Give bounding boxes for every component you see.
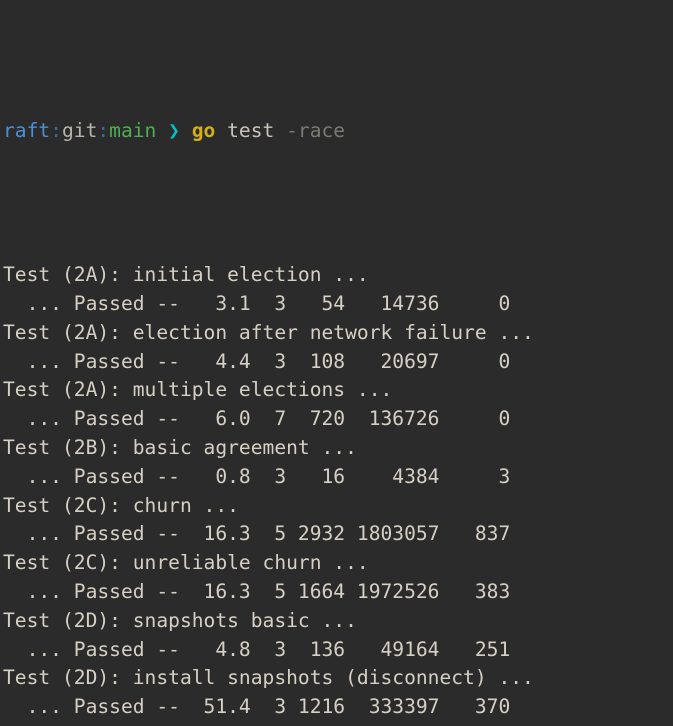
test-header-line: Test (2C): churn ... <box>3 492 673 521</box>
prompt-separator-1: : <box>50 119 62 143</box>
test-result-line: ... Passed -- 51.4 3 1216 333397 370 <box>3 693 673 722</box>
test-result-line: ... Passed -- 0.8 3 16 4384 3 <box>3 463 673 492</box>
prompt-repo: raft <box>3 119 51 143</box>
test-result-line: ... Passed -- 16.3 5 1664 1972526 383 <box>3 578 673 607</box>
prompt-branch: main <box>109 119 157 143</box>
test-header-line: Test (2B): basic agreement ... <box>3 434 673 463</box>
command-argument: test <box>227 119 275 143</box>
test-header-line: Test (2A): initial election ... <box>3 261 673 290</box>
prompt-space-4 <box>274 119 286 142</box>
test-result-line: ... Passed -- 6.0 7 720 136726 0 <box>3 405 673 434</box>
test-header-text: Test (2B): basic agreement ... <box>3 435 357 459</box>
command-name: go <box>191 119 216 143</box>
test-header-line: Test (2D): install snapshots (disconnect… <box>3 664 673 693</box>
test-result-text: ... Passed -- 3.1 3 54 14736 0 <box>3 291 511 315</box>
test-result-text: ... Passed -- 51.4 3 1216 333397 370 <box>3 695 511 719</box>
test-header-line: Test (2A): multiple elections ... <box>3 376 673 405</box>
test-header-text: Test (2C): unreliable churn ... <box>3 551 369 575</box>
command-flag: -race <box>286 119 346 143</box>
test-result-text: ... Passed -- 16.3 5 2932 1803057 837 <box>3 522 511 546</box>
test-header-text: Test (2A): multiple elections ... <box>3 378 393 402</box>
prompt-separator-2: : <box>97 119 110 143</box>
test-output-block: Test (2A): initial election ... ... Pass… <box>3 261 673 726</box>
test-result-line: ... Passed -- 16.3 5 2932 1803057 837 <box>3 520 673 549</box>
prompt-git-label: git <box>61 119 98 143</box>
chevron-right-icon: ❯ <box>168 119 180 143</box>
test-header-text: Test (2C): churn ... <box>3 493 239 517</box>
test-result-text: ... Passed -- 6.0 7 720 136726 0 <box>3 407 511 431</box>
test-result-text: ... Passed -- 4.8 3 136 49164 251 <box>3 637 511 661</box>
test-result-line: ... Passed -- 4.8 3 136 49164 251 <box>3 636 673 665</box>
test-result-text: ... Passed -- 4.4 3 108 20697 0 <box>3 349 511 373</box>
test-header-line: Test (2D): snapshots basic ... <box>3 607 673 636</box>
prompt-space-2 <box>180 119 192 142</box>
test-result-text: ... Passed -- 0.8 3 16 4384 3 <box>3 464 511 488</box>
test-header-line: Test (2C): unreliable churn ... <box>3 549 673 578</box>
test-header-line: Test (2D): install snapshots (disconnect… <box>3 722 673 726</box>
test-result-line: ... Passed -- 4.4 3 108 20697 0 <box>3 348 673 377</box>
test-result-line: ... Passed -- 3.1 3 54 14736 0 <box>3 290 673 319</box>
test-header-text: Test (2D): snapshots basic ... <box>3 608 357 632</box>
test-header-text: Test (2D): install snapshots (disconnect… <box>3 666 534 690</box>
prompt-line: raft:git:main ❯ go test -race <box>3 117 673 146</box>
test-header-line: Test (2A): election after network failur… <box>3 319 673 348</box>
test-result-text: ... Passed -- 16.3 5 1664 1972526 383 <box>3 579 511 603</box>
prompt-space-1 <box>156 119 168 142</box>
prompt-space-3 <box>215 119 227 142</box>
terminal-screen[interactable]: raft:git:main ❯ go test -race Test (2A):… <box>0 0 673 726</box>
terminal-window[interactable]: raft:git:main ❯ go test -race Test (2A):… <box>0 0 673 726</box>
test-header-text: Test (2A): election after network failur… <box>3 320 534 344</box>
test-header-text: Test (2A): initial election ... <box>3 263 369 287</box>
